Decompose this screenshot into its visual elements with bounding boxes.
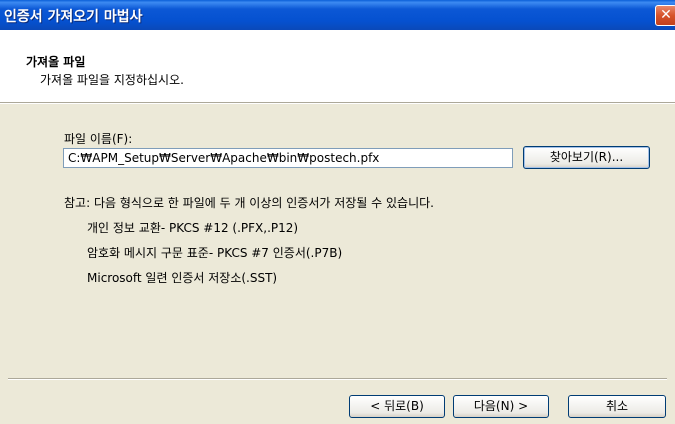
footer-divider: [8, 378, 667, 380]
format-item: 개인 정보 교환- PKCS #12 (.PFX,.P12): [87, 221, 299, 235]
header-divider: [0, 102, 675, 104]
close-button[interactable]: ✕: [655, 5, 675, 26]
close-icon: ✕: [660, 7, 672, 23]
cancel-button[interactable]: 취소: [568, 395, 666, 418]
page-title: 가져올 파일: [26, 55, 86, 69]
file-name-label: 파일 이름(F):: [64, 132, 133, 146]
window-title: 인증서 가져오기 마법사: [4, 9, 143, 25]
format-item: 암호화 메시지 구문 표준- PKCS #7 인증서(.P7B): [87, 246, 343, 260]
wizard-header: 가져올 파일 가져올 파일을 지정하십시오.: [0, 30, 675, 102]
browse-button[interactable]: 찾아보기(R)...: [523, 146, 650, 169]
format-item: Microsoft 일련 인증서 저장소(.SST): [87, 271, 278, 285]
back-button[interactable]: < 뒤로(B): [349, 395, 445, 418]
note-text: 참고: 다음 형식으로 한 파일에 두 개 이상의 인증서가 저장될 수 있습니…: [64, 196, 434, 210]
page-subtitle: 가져올 파일을 지정하십시오.: [40, 73, 184, 87]
file-name-input[interactable]: C:₩APM_Setup₩Server₩Apache₩bin₩postech.p…: [63, 148, 513, 168]
title-bar[interactable]: 인증서 가져오기 마법사 ✕: [0, 0, 675, 30]
next-button[interactable]: 다음(N) >: [453, 395, 549, 418]
